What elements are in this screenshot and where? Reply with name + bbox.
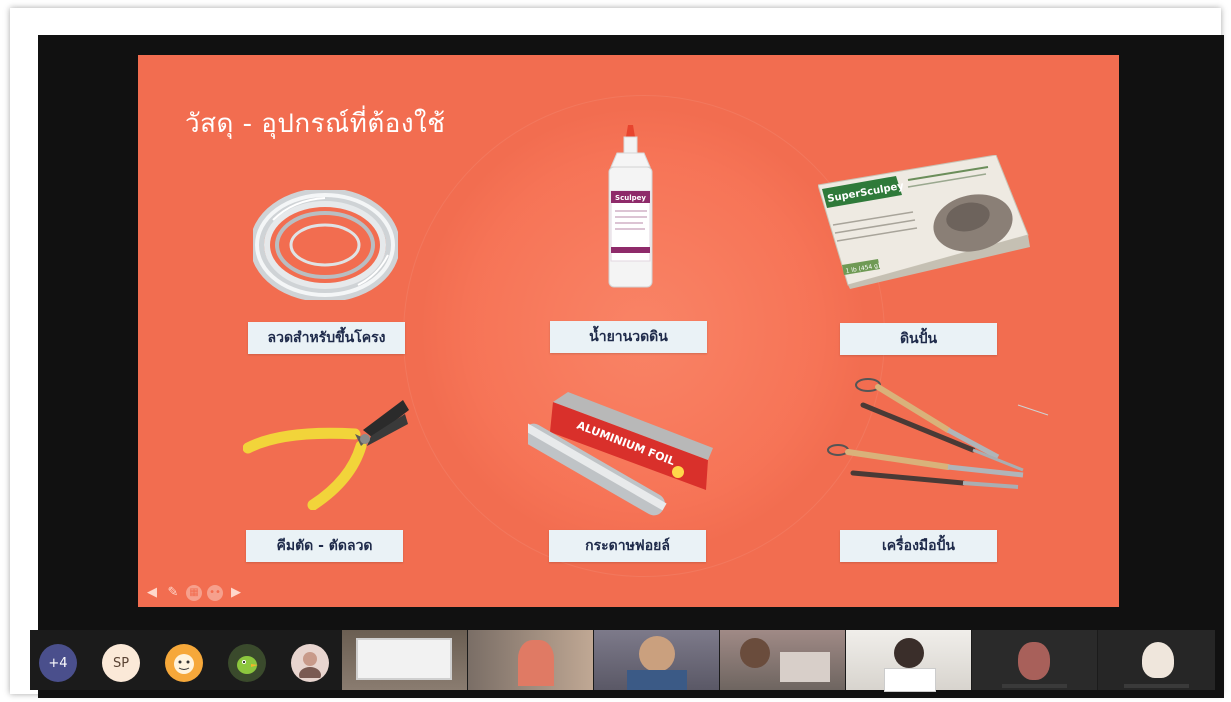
avatar-face-icon xyxy=(174,654,194,674)
person-photo-icon xyxy=(299,652,321,678)
super-sculpey-box-icon: SuperSculpey 1 lb (454 g) xyxy=(818,155,1030,289)
participant-video-6[interactable] xyxy=(972,630,1097,690)
slides-overview-icon[interactable]: ▦ xyxy=(186,585,202,601)
participant-video-7[interactable] xyxy=(1098,630,1215,690)
participant-avatar-photo[interactable] xyxy=(291,644,329,682)
label-wire: ลวดสำหรับขึ้นโครง xyxy=(248,322,405,354)
participant-video-2[interactable] xyxy=(468,630,593,690)
participant-video-4[interactable] xyxy=(720,630,845,690)
slide-controls: ◀ ✎ ▦ •• ▶ xyxy=(144,585,244,601)
next-slide-icon[interactable]: ▶ xyxy=(228,585,244,601)
sculpting-tools-icon xyxy=(827,378,1049,489)
more-options-icon[interactable]: •• xyxy=(207,585,223,601)
label-foil: กระดาษฟอยล์ xyxy=(549,530,706,562)
participant-avatar-bird[interactable] xyxy=(228,644,266,682)
bottle-brand-label: Sculpey xyxy=(615,194,646,202)
pen-icon[interactable]: ✎ xyxy=(165,585,181,601)
wire-cutter-pliers-icon xyxy=(243,400,409,510)
participant-strip: +4 SP xyxy=(30,630,1215,692)
shared-screen-area: วัสดุ - อุปกรณ์ที่ต้องใช้ Sculpey SuperS… xyxy=(38,35,1224,698)
bird-icon xyxy=(237,656,258,674)
participant-video-1[interactable] xyxy=(342,630,467,690)
clay-softener-bottle-icon: Sculpey xyxy=(608,125,653,288)
participant-avatar-cartoon[interactable] xyxy=(165,644,203,682)
more-participants-badge[interactable]: +4 xyxy=(39,644,77,682)
participant-video-3[interactable] xyxy=(594,630,719,690)
previous-slide-icon[interactable]: ◀ xyxy=(144,585,160,601)
participant-video-5[interactable] xyxy=(846,630,971,692)
label-sculpting-tools: เครื่องมือปั้น xyxy=(840,530,997,562)
slide-title: วัสดุ - อุปกรณ์ที่ต้องใช้ xyxy=(185,109,446,139)
label-clay-softener: น้ำยานวดดิน xyxy=(550,321,707,353)
participant-avatar-initials[interactable]: SP xyxy=(102,644,140,682)
label-cutter: คีมตัด - ตัดลวด xyxy=(246,530,403,562)
label-clay: ดินปั้น xyxy=(840,323,997,355)
aluminium-foil-icon: ALUMINIUM FOIL xyxy=(528,392,713,516)
wire-coil-icon xyxy=(253,190,398,300)
presentation-slide: วัสดุ - อุปกรณ์ที่ต้องใช้ Sculpey SuperS… xyxy=(138,55,1119,607)
meeting-window: วัสดุ - อุปกรณ์ที่ต้องใช้ Sculpey SuperS… xyxy=(10,8,1224,698)
